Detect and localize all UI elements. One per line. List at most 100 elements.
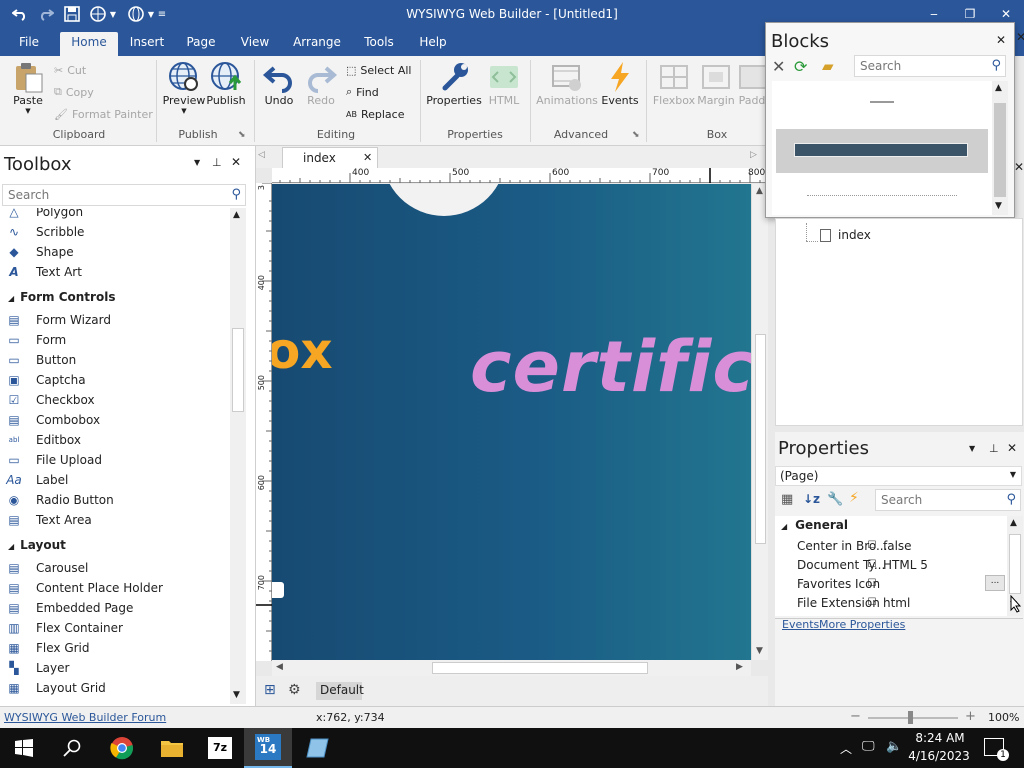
- page-settings-icon[interactable]: ⚙: [288, 682, 301, 698]
- toolbox-item-form[interactable]: ▭ Form: [0, 330, 230, 350]
- events-button[interactable]: Events: [600, 60, 640, 107]
- properties-menu-icon[interactable]: ▼: [969, 444, 975, 453]
- properties-search-input[interactable]: Search ⚲: [875, 489, 1021, 511]
- start-button[interactable]: [0, 728, 48, 768]
- close-tab-icon[interactable]: ✕: [363, 151, 372, 164]
- property-group-general[interactable]: ◢ General: [781, 518, 848, 532]
- toolbox-item-label[interactable]: Aa Label: [0, 470, 230, 490]
- panel-close-icon[interactable]: ✕: [1014, 160, 1024, 174]
- scroll-down-icon[interactable]: ▼: [995, 201, 1002, 211]
- events-small-icon[interactable]: ⚡: [849, 490, 859, 506]
- zoom-slider-thumb[interactable]: [908, 711, 913, 724]
- property-binding-icon[interactable]: ☐: [861, 540, 883, 551]
- network-icon[interactable]: 🖵: [862, 739, 875, 754]
- toolbox-item-checkbox[interactable]: ☑ Checkbox: [0, 390, 230, 410]
- text-art-certificate[interactable]: certifica: [470, 326, 751, 408]
- scroll-up-icon[interactable]: ▲: [995, 83, 1002, 93]
- toolbox-item-scribble[interactable]: ∿ Scribble: [0, 222, 230, 242]
- web-builder-taskbar-button[interactable]: WB 14: [244, 728, 292, 768]
- section-form-controls[interactable]: ◢ Form Controls: [8, 290, 115, 304]
- find-button[interactable]: ⌕ Find: [346, 82, 379, 102]
- logo-text[interactable]: ox: [272, 322, 333, 380]
- padding-button[interactable]: Padd: [736, 60, 768, 107]
- property-row[interactable]: Document Ty... ☐ HTML 5: [775, 555, 1007, 574]
- canvas-vertical-scrollbar[interactable]: ▲ ▼: [751, 184, 768, 660]
- property-binding-icon[interactable]: ☐: [861, 578, 883, 589]
- tab-scroll-right-icon[interactable]: ▷: [750, 150, 757, 160]
- refresh-icon[interactable]: ⟳: [794, 57, 807, 76]
- toolbox-item-text-area[interactable]: ▤ Text Area: [0, 510, 230, 530]
- panel-close-icon[interactable]: ✕: [1016, 30, 1024, 44]
- blocks-search-input[interactable]: Search ⚲: [854, 55, 1006, 77]
- 7zip-taskbar-button[interactable]: 7z: [196, 728, 244, 768]
- scroll-down-icon[interactable]: ▼: [756, 646, 763, 656]
- flexbox-button[interactable]: Flexbox: [652, 60, 696, 107]
- folder-icon[interactable]: ▰: [822, 57, 834, 75]
- html-button[interactable]: HTML: [484, 60, 524, 107]
- toolbox-item-layer[interactable]: ▚ Layer: [0, 658, 230, 678]
- scroll-up-icon[interactable]: ▲: [1010, 518, 1017, 528]
- property-row[interactable]: File Extension ☐ html: [775, 593, 1007, 612]
- property-binding-icon[interactable]: ☐: [861, 597, 883, 608]
- margin-button[interactable]: Margin: [696, 60, 736, 107]
- object-selector[interactable]: (Page) ▼: [775, 466, 1022, 486]
- sort-az-icon[interactable]: ↓z: [803, 492, 820, 506]
- advanced-dialog-launcher-icon[interactable]: ⬊: [632, 130, 640, 140]
- search-icon[interactable]: ⚲: [991, 58, 1001, 73]
- toolbox-scrollbar[interactable]: ▲ ▼: [230, 208, 246, 704]
- zoom-slider[interactable]: [868, 711, 958, 724]
- events-link[interactable]: Events: [782, 618, 819, 631]
- more-properties-link[interactable]: More Properties: [819, 618, 905, 631]
- tab-insert[interactable]: Insert: [126, 32, 168, 56]
- properties-close-icon[interactable]: ✕: [1007, 441, 1017, 455]
- toolbox-item-flex-grid[interactable]: ▦ Flex Grid: [0, 638, 230, 658]
- toolbox-item-embedded-page[interactable]: ▤ Embedded Page: [0, 598, 230, 618]
- forum-link[interactable]: WYSIWYG Web Builder Forum: [4, 711, 166, 724]
- undo-button[interactable]: Undo: [260, 60, 298, 107]
- app-taskbar-button[interactable]: [294, 728, 342, 768]
- canvas-horizontal-scrollbar[interactable]: ◀ ▶: [272, 660, 751, 676]
- publish-button[interactable]: Publish: [206, 60, 246, 107]
- toolbox-item-button[interactable]: ▭ Button: [0, 350, 230, 370]
- add-page-icon[interactable]: ⊞: [264, 682, 276, 698]
- chevron-up-icon[interactable]: ︿: [840, 740, 852, 757]
- toolbox-item-form-wizard[interactable]: ▤ Form Wizard: [0, 310, 230, 330]
- toolbox-scroll-thumb[interactable]: [232, 328, 244, 412]
- tab-home[interactable]: Home: [60, 32, 118, 56]
- file-explorer-taskbar-button[interactable]: [148, 728, 196, 768]
- search-taskbar-button[interactable]: [48, 728, 96, 768]
- copy-button[interactable]: ⧉ Copy: [54, 82, 94, 102]
- toolbox-item-polygon[interactable]: △ Polygon: [0, 208, 230, 222]
- cut-button[interactable]: ✂ Cut: [54, 60, 86, 80]
- notification-icon[interactable]: 1: [984, 738, 1009, 761]
- canvas-hscroll-thumb[interactable]: [432, 662, 648, 674]
- volume-icon[interactable]: 🔈: [886, 739, 902, 754]
- block-thumbnail[interactable]: [772, 187, 992, 207]
- toolbox-item-layout-grid[interactable]: ▦ Layout Grid: [0, 678, 230, 698]
- properties-button[interactable]: Properties: [426, 60, 482, 107]
- block-thumbnail-selected[interactable]: [776, 129, 988, 173]
- clock-time[interactable]: 8:24 AM: [912, 731, 968, 745]
- clock-date[interactable]: 4/16/2023: [906, 749, 972, 763]
- design-canvas[interactable]: ox certifica: [272, 184, 751, 660]
- blocks-close-icon[interactable]: ✕: [996, 33, 1006, 47]
- pin-icon[interactable]: ⊥: [989, 442, 999, 455]
- toolbox-item-shape[interactable]: ◆ Shape: [0, 242, 230, 262]
- toolbox-menu-icon[interactable]: ▼: [194, 158, 200, 167]
- zoom-in-icon[interactable]: +: [965, 709, 976, 724]
- animations-button[interactable]: Animations: [536, 60, 598, 107]
- toolbox-item-file-upload[interactable]: ▭ File Upload: [0, 450, 230, 470]
- toolbox-item-combobox[interactable]: ▤ Combobox: [0, 410, 230, 430]
- canvas-vscroll-thumb[interactable]: [755, 334, 766, 544]
- tab-scroll-left-icon[interactable]: ◁: [258, 150, 265, 160]
- browse-button[interactable]: ...: [985, 575, 1005, 591]
- scroll-right-icon[interactable]: ▶: [736, 662, 743, 672]
- section-layout[interactable]: ◢ Layout: [8, 538, 66, 552]
- tab-tools[interactable]: Tools: [360, 32, 398, 56]
- redo-button[interactable]: Redo: [302, 60, 340, 107]
- properties-scroll-thumb[interactable]: [1009, 534, 1021, 594]
- publish-dialog-launcher-icon[interactable]: ⬊: [238, 130, 246, 140]
- property-row[interactable]: Favorites Icon ☐ ...: [775, 574, 1007, 593]
- doc-tab-index[interactable]: index ✕: [282, 147, 378, 168]
- categorized-icon[interactable]: ▦: [781, 492, 793, 507]
